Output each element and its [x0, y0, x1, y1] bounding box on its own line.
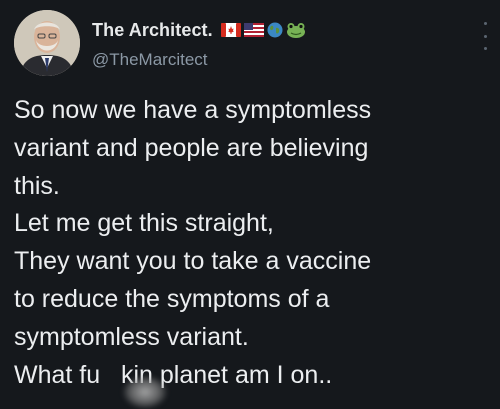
- frog-icon: [286, 23, 305, 38]
- author-handle[interactable]: @TheMarcitect: [92, 50, 208, 70]
- display-name[interactable]: The Architect.: [92, 20, 213, 41]
- more-options-button[interactable]: [478, 22, 492, 50]
- canada-flag-icon: [220, 23, 241, 37]
- more-dot: [483, 22, 487, 25]
- author-name-row: The Architect.: [92, 19, 306, 41]
- tweet-line: this.: [14, 171, 60, 200]
- more-dot: [483, 47, 487, 50]
- more-dot: [483, 34, 487, 38]
- profile-badges: [220, 22, 306, 38]
- tweet-card: The Architect. @TheMarcitect So now we h…: [0, 0, 500, 409]
- tweet-text: So now we have a symptomless variant and…: [14, 92, 488, 409]
- tweet-line: So now we have a symptomless: [14, 96, 372, 124]
- tweet-line: symptomless variant.: [14, 322, 249, 351]
- censor-blur: [122, 375, 168, 409]
- tweet-line: Let me get this straight,: [14, 209, 274, 238]
- tweet-line: to reduce the symptoms of a: [14, 284, 330, 313]
- tweet-line: What fu kin planet am I on..: [14, 360, 333, 389]
- tweet-line: variant and people are believing: [14, 133, 369, 162]
- globe-icon: [267, 22, 283, 38]
- us-flag-icon: [243, 23, 264, 37]
- avatar[interactable]: [14, 10, 80, 76]
- tweet-line: They want you to take a vaccine: [14, 247, 372, 276]
